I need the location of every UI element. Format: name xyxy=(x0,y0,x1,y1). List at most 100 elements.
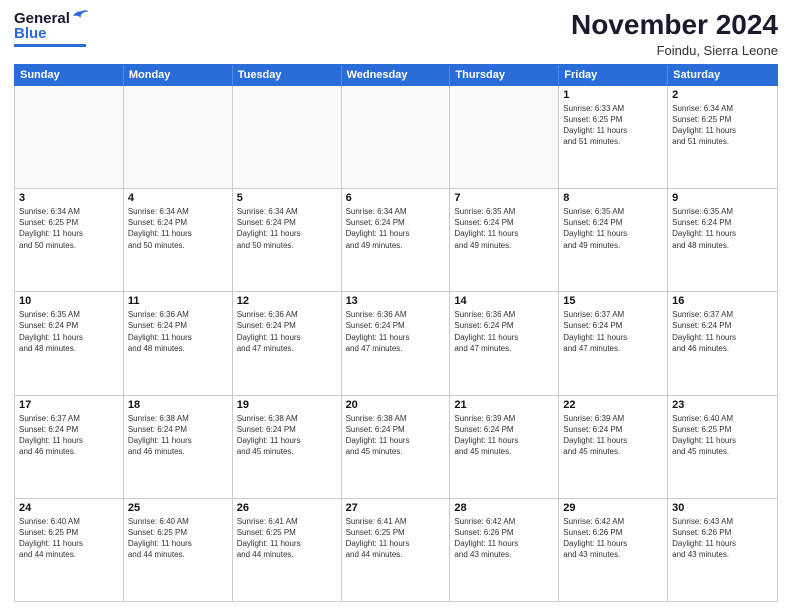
calendar-cell: 6 Sunrise: 6:34 AMSunset: 6:24 PMDaylight… xyxy=(342,189,451,291)
day-number: 3 xyxy=(19,192,119,204)
cell-info: Sunrise: 6:41 AMSunset: 6:25 PMDaylight:… xyxy=(346,516,446,561)
cell-info: Sunrise: 6:37 AMSunset: 6:24 PMDaylight:… xyxy=(563,309,663,354)
day-number: 5 xyxy=(237,192,337,204)
calendar-cell xyxy=(450,86,559,188)
day-number: 13 xyxy=(346,295,446,307)
day-number: 4 xyxy=(128,192,228,204)
cell-info: Sunrise: 6:36 AMSunset: 6:24 PMDaylight:… xyxy=(237,309,337,354)
day-number: 9 xyxy=(672,192,773,204)
calendar-cell: 25 Sunrise: 6:40 AMSunset: 6:25 PMDayligh… xyxy=(124,499,233,601)
day-number: 26 xyxy=(237,502,337,514)
calendar-cell: 22 Sunrise: 6:39 AMSunset: 6:24 PMDayligh… xyxy=(559,396,668,498)
day-number: 10 xyxy=(19,295,119,307)
calendar-cell xyxy=(15,86,124,188)
cell-info: Sunrise: 6:38 AMSunset: 6:24 PMDaylight:… xyxy=(237,413,337,458)
calendar-cell: 15 Sunrise: 6:37 AMSunset: 6:24 PMDayligh… xyxy=(559,292,668,394)
calendar-cell: 12Sunrise: 6:36 AMSunset: 6:24 PMDayligh… xyxy=(233,292,342,394)
title-area: November 2024 Foindu, Sierra Leone xyxy=(571,10,778,58)
cell-info: Sunrise: 6:35 AMSunset: 6:24 PMDaylight:… xyxy=(19,309,119,354)
cell-info: Sunrise: 6:38 AMSunset: 6:24 PMDaylight:… xyxy=(346,413,446,458)
page: General Blue November 2024 Foindu, Sierr… xyxy=(0,0,792,612)
day-number: 22 xyxy=(563,399,663,411)
calendar-cell: 21 Sunrise: 6:39 AMSunset: 6:24 PMDayligh… xyxy=(450,396,559,498)
calendar-cell: 5 Sunrise: 6:34 AMSunset: 6:24 PMDaylight… xyxy=(233,189,342,291)
day-number: 17 xyxy=(19,399,119,411)
calendar-cell: 17 Sunrise: 6:37 AMSunset: 6:24 PMDayligh… xyxy=(15,396,124,498)
calendar-cell: 9Sunrise: 6:35 AMSunset: 6:24 PMDaylight… xyxy=(668,189,777,291)
calendar-cell: 4 Sunrise: 6:34 AMSunset: 6:24 PMDaylight… xyxy=(124,189,233,291)
day-number: 8 xyxy=(563,192,663,204)
calendar-row-5: 24Sunrise: 6:40 AMSunset: 6:25 PMDayligh… xyxy=(15,499,777,601)
cell-info: Sunrise: 6:40 AMSunset: 6:25 PMDaylight:… xyxy=(128,516,228,561)
logo: General Blue xyxy=(14,10,89,47)
cell-info: Sunrise: 6:36 AMSunset: 6:24 PMDaylight:… xyxy=(454,309,554,354)
day-number: 21 xyxy=(454,399,554,411)
calendar-cell: 11 Sunrise: 6:36 AMSunset: 6:24 PMDayligh… xyxy=(124,292,233,394)
cell-info: Sunrise: 6:35 AMSunset: 6:24 PMDaylight:… xyxy=(454,206,554,251)
cell-info: Sunrise: 6:40 AMSunset: 6:25 PMDaylight:… xyxy=(19,516,119,561)
cell-info: Sunrise: 6:36 AMSunset: 6:24 PMDaylight:… xyxy=(128,309,228,354)
calendar-row-2: 3 Sunrise: 6:34 AMSunset: 6:25 PMDaylight… xyxy=(15,189,777,292)
day-number: 19 xyxy=(237,399,337,411)
cell-info: Sunrise: 6:39 AMSunset: 6:24 PMDaylight:… xyxy=(454,413,554,458)
day-number: 29 xyxy=(563,502,663,514)
calendar-cell: 8 Sunrise: 6:35 AMSunset: 6:24 PMDaylight… xyxy=(559,189,668,291)
calendar-cell: 20 Sunrise: 6:38 AMSunset: 6:24 PMDayligh… xyxy=(342,396,451,498)
cell-info: Sunrise: 6:36 AMSunset: 6:24 PMDaylight:… xyxy=(346,309,446,354)
location: Foindu, Sierra Leone xyxy=(571,43,778,58)
header-day-tuesday: Tuesday xyxy=(233,65,342,85)
calendar-cell: 18 Sunrise: 6:38 AMSunset: 6:24 PMDayligh… xyxy=(124,396,233,498)
calendar-row-1: 1 Sunrise: 6:33 AMSunset: 6:25 PMDaylight… xyxy=(15,86,777,189)
cell-info: Sunrise: 6:42 AMSunset: 6:26 PMDaylight:… xyxy=(454,516,554,561)
day-number: 15 xyxy=(563,295,663,307)
calendar-cell: 27 Sunrise: 6:41 AMSunset: 6:25 PMDayligh… xyxy=(342,499,451,601)
day-number: 20 xyxy=(346,399,446,411)
calendar-cell: 1 Sunrise: 6:33 AMSunset: 6:25 PMDaylight… xyxy=(559,86,668,188)
calendar-cell: 13 Sunrise: 6:36 AMSunset: 6:24 PMDayligh… xyxy=(342,292,451,394)
calendar-cell: 7 Sunrise: 6:35 AMSunset: 6:24 PMDaylight… xyxy=(450,189,559,291)
day-number: 6 xyxy=(346,192,446,204)
header-day-friday: Friday xyxy=(559,65,668,85)
cell-info: Sunrise: 6:34 AMSunset: 6:25 PMDaylight:… xyxy=(19,206,119,251)
day-number: 16 xyxy=(672,295,773,307)
calendar-cell: 30 Sunrise: 6:43 AMSunset: 6:26 PMDayligh… xyxy=(668,499,777,601)
cell-info: Sunrise: 6:34 AMSunset: 6:24 PMDaylight:… xyxy=(237,206,337,251)
day-number: 30 xyxy=(672,502,773,514)
calendar-cell: 28Sunrise: 6:42 AMSunset: 6:26 PMDayligh… xyxy=(450,499,559,601)
day-number: 25 xyxy=(128,502,228,514)
calendar-cell xyxy=(124,86,233,188)
cell-info: Sunrise: 6:43 AMSunset: 6:26 PMDaylight:… xyxy=(672,516,773,561)
day-number: 23 xyxy=(672,399,773,411)
cell-info: Sunrise: 6:33 AMSunset: 6:25 PMDaylight:… xyxy=(563,103,663,148)
cell-info: Sunrise: 6:38 AMSunset: 6:24 PMDaylight:… xyxy=(128,413,228,458)
day-number: 11 xyxy=(128,295,228,307)
month-title: November 2024 xyxy=(571,10,778,41)
calendar-cell xyxy=(233,86,342,188)
cell-info: Sunrise: 6:34 AMSunset: 6:24 PMDaylight:… xyxy=(346,206,446,251)
calendar-body: 1 Sunrise: 6:33 AMSunset: 6:25 PMDaylight… xyxy=(14,86,778,602)
day-number: 18 xyxy=(128,399,228,411)
header-day-saturday: Saturday xyxy=(668,65,777,85)
cell-info: Sunrise: 6:40 AMSunset: 6:25 PMDaylight:… xyxy=(672,413,773,458)
calendar-cell: 16 Sunrise: 6:37 AMSunset: 6:24 PMDayligh… xyxy=(668,292,777,394)
day-number: 1 xyxy=(563,89,663,101)
logo-underline xyxy=(14,44,86,47)
calendar-cell: 23 Sunrise: 6:40 AMSunset: 6:25 PMDayligh… xyxy=(668,396,777,498)
cell-info: Sunrise: 6:42 AMSunset: 6:26 PMDaylight:… xyxy=(563,516,663,561)
cell-info: Sunrise: 6:37 AMSunset: 6:24 PMDaylight:… xyxy=(19,413,119,458)
cell-info: Sunrise: 6:34 AMSunset: 6:24 PMDaylight:… xyxy=(128,206,228,251)
cell-info: Sunrise: 6:35 AMSunset: 6:24 PMDaylight:… xyxy=(563,206,663,251)
cell-info: Sunrise: 6:37 AMSunset: 6:24 PMDaylight:… xyxy=(672,309,773,354)
calendar-cell: 24Sunrise: 6:40 AMSunset: 6:25 PMDayligh… xyxy=(15,499,124,601)
calendar-row-3: 10 Sunrise: 6:35 AMSunset: 6:24 PMDayligh… xyxy=(15,292,777,395)
day-number: 27 xyxy=(346,502,446,514)
logo-blue-text: Blue xyxy=(14,25,47,42)
calendar-cell: 2Sunrise: 6:34 AMSunset: 6:25 PMDaylight… xyxy=(668,86,777,188)
calendar-row-4: 17 Sunrise: 6:37 AMSunset: 6:24 PMDayligh… xyxy=(15,396,777,499)
cell-info: Sunrise: 6:39 AMSunset: 6:24 PMDaylight:… xyxy=(563,413,663,458)
cell-info: Sunrise: 6:34 AMSunset: 6:25 PMDaylight:… xyxy=(672,103,773,148)
header-day-wednesday: Wednesday xyxy=(342,65,451,85)
day-number: 7 xyxy=(454,192,554,204)
header: General Blue November 2024 Foindu, Sierr… xyxy=(14,10,778,58)
header-day-monday: Monday xyxy=(124,65,233,85)
